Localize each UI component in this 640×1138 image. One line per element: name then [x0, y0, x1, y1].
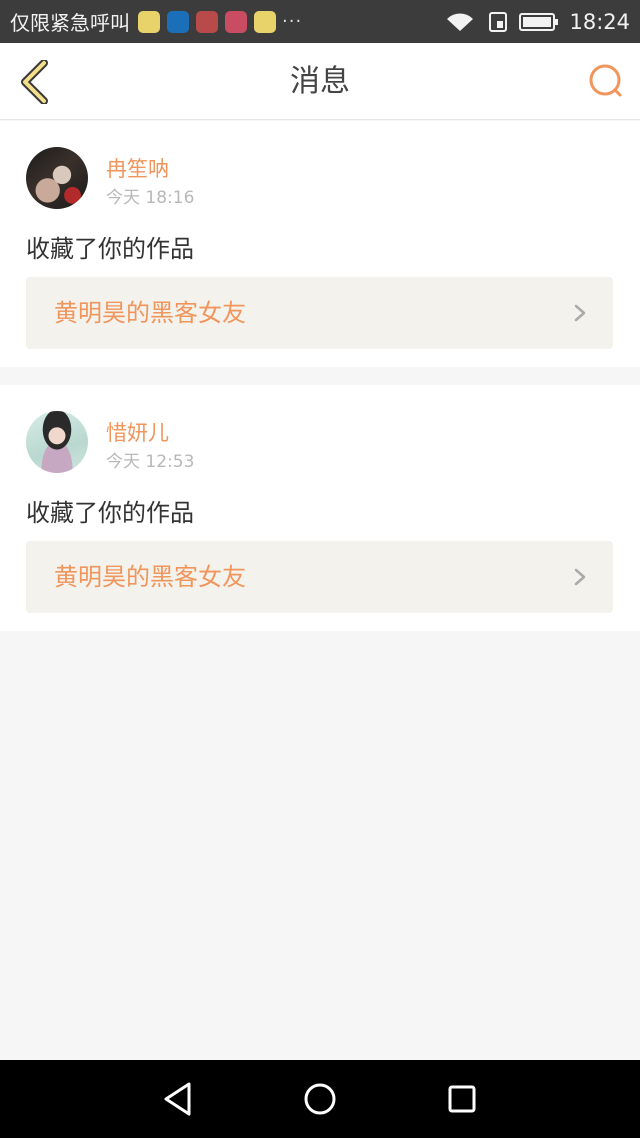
system-nav-bar	[0, 1060, 640, 1138]
message-action: 收藏了你的作品	[26, 499, 194, 527]
work-title: 黄明昊的黑客女友	[54, 299, 246, 327]
clock: 18:24	[569, 9, 630, 34]
wifi-icon	[447, 12, 474, 31]
work-link[interactable]: 黄明昊的黑客女友	[26, 277, 613, 349]
chevron-right-icon	[574, 304, 586, 322]
search-button[interactable]	[586, 61, 626, 101]
app-notification-icon	[138, 10, 160, 33]
app-notification-icon	[167, 10, 189, 33]
sim-icon	[489, 11, 508, 32]
avatar[interactable]	[26, 147, 88, 209]
page-title: 消息	[290, 64, 350, 99]
status-bar: 仅限紧急呼叫 ··· 18:24	[0, 0, 640, 43]
triangle-back-icon	[164, 1082, 191, 1116]
message-card: 冉笙呐 今天 18:16 收藏了你的作品 黄明昊的黑客女友	[0, 121, 640, 367]
app-notification-icon	[225, 10, 247, 33]
header-bar: 消息	[0, 43, 640, 120]
nav-recent-button[interactable]	[442, 1079, 482, 1119]
username[interactable]: 惜妍儿	[106, 417, 169, 447]
search-icon	[589, 64, 622, 97]
avatar[interactable]	[26, 411, 88, 473]
notification-icons	[138, 10, 276, 33]
carrier-label: 仅限紧急呼叫	[10, 11, 130, 35]
nav-home-button[interactable]	[300, 1079, 340, 1119]
work-title: 黄明昊的黑客女友	[54, 563, 246, 591]
username[interactable]: 冉笙呐	[106, 153, 169, 183]
work-link[interactable]: 黄明昊的黑客女友	[26, 541, 613, 613]
nav-back-button[interactable]	[158, 1079, 198, 1119]
chevron-right-icon	[574, 568, 586, 586]
square-recent-icon	[448, 1085, 476, 1113]
circle-home-icon	[304, 1083, 336, 1115]
battery-icon	[519, 12, 559, 31]
message-time: 今天 18:16	[106, 188, 195, 208]
message-card: 惜妍儿 今天 12:53 收藏了你的作品 黄明昊的黑客女友	[0, 385, 640, 631]
more-notifications-icon: ···	[282, 11, 303, 32]
message-time: 今天 12:53	[106, 452, 195, 472]
app-notification-icon	[196, 10, 218, 33]
app-notification-icon	[254, 10, 276, 33]
message-action: 收藏了你的作品	[26, 235, 194, 263]
